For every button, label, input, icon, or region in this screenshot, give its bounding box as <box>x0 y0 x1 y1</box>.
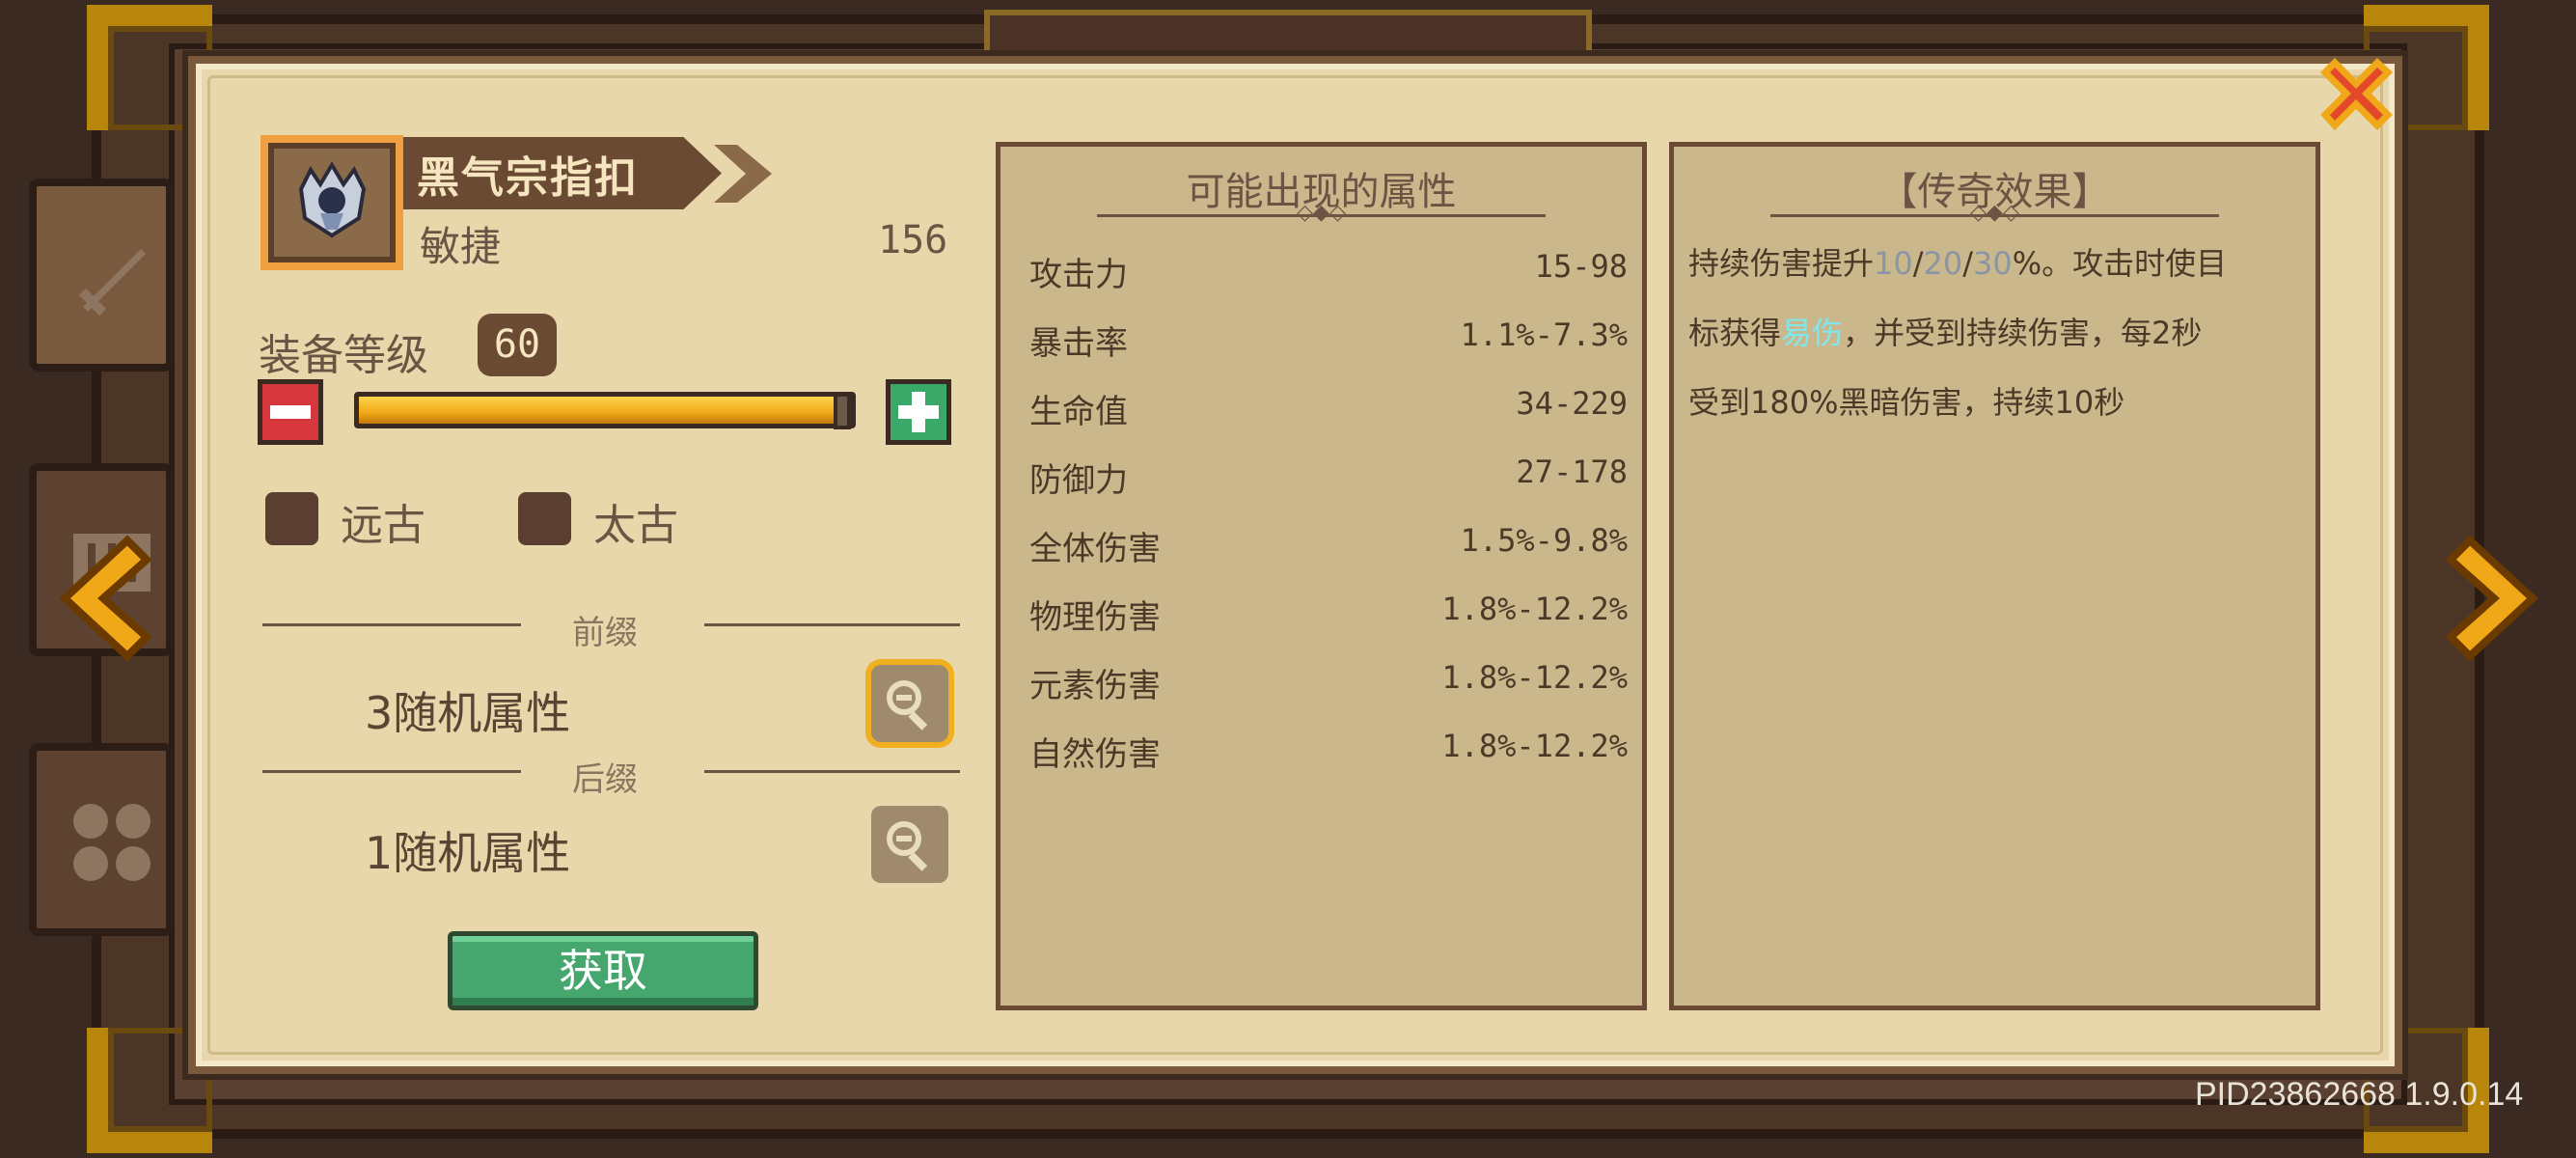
attribute-name: 攻击力 <box>1029 256 1128 294</box>
rule-ornament: ◇◆◇ <box>1297 201 1346 225</box>
attribute-row: 自然伤害 1.8%-12.2% <box>1029 728 1628 786</box>
prefix-random-label: 3随机属性 <box>365 687 571 739</box>
suffix-title: 后缀 <box>572 760 638 799</box>
attribute-row: 元素伤害 1.8%-12.2% <box>1029 659 1628 717</box>
prefix-inspect-button[interactable] <box>871 665 948 742</box>
close-icon <box>2320 58 2394 131</box>
level-label: 装备等级 <box>259 331 428 380</box>
checkbox-primal[interactable] <box>518 492 571 545</box>
suffix-inspect-button[interactable] <box>871 806 948 883</box>
legendary-description: 持续伤害提升10/20/30%。攻击时使目 标获得易伤，并受到持续伤害，每2秒 … <box>1688 229 2306 437</box>
suffix-divider-left <box>262 770 521 773</box>
checkbox-primal-label: 太古 <box>593 501 678 550</box>
attribute-value: 1.8%-12.2% <box>1441 728 1628 764</box>
level-slider[interactable] <box>354 392 856 429</box>
attribute-name: 防御力 <box>1029 461 1128 500</box>
attribute-row: 防御力 27-178 <box>1029 454 1628 511</box>
legend-line-3: 受到180%黑暗伤害，持续10秒 <box>1688 384 2125 421</box>
attribute-row: 全体伤害 1.5%-9.8% <box>1029 522 1628 580</box>
attribute-value: 1.8%-12.2% <box>1441 659 1628 696</box>
gauntlet-icon <box>298 161 367 238</box>
prefix-divider-right <box>704 623 960 626</box>
attribute-name: 自然伤害 <box>1029 735 1161 774</box>
minus-icon <box>270 405 311 419</box>
attribute-name: 物理伤害 <box>1029 598 1161 637</box>
chevron-left-icon[interactable] <box>50 526 156 671</box>
attribute-row: 攻击力 15-98 <box>1029 248 1628 306</box>
tab-accessories[interactable] <box>29 743 174 936</box>
zoom-icon <box>887 821 928 871</box>
suffix-random-label: 1随机属性 <box>365 827 571 879</box>
level-badge: 60 <box>478 314 557 376</box>
attribute-value: 34-229 <box>1516 385 1628 422</box>
attribute-value: 1.5%-9.8% <box>1460 522 1628 559</box>
possible-attributes-box: 可能出现的属性 ◇◆◇ 攻击力 15-98 暴击率 1.1%-7.3% 生命值 … <box>996 142 1647 1010</box>
attribute-row: 物理伤害 1.8%-12.2% <box>1029 591 1628 648</box>
tab-weapons[interactable] <box>29 179 174 372</box>
level-slider-fill <box>359 397 834 424</box>
attribute-row: 生命值 34-229 <box>1029 385 1628 443</box>
prefix-divider-left <box>262 623 521 626</box>
legendary-effect-box: 【传奇效果】 ◇◆◇ 持续伤害提升10/20/30%。攻击时使目 标获得易伤，并… <box>1669 142 2320 1010</box>
attribute-value: 1.1%-7.3% <box>1460 317 1628 353</box>
level-slider-handle[interactable] <box>834 393 851 429</box>
level-decrease-button[interactable] <box>258 379 323 445</box>
plus-icon <box>898 392 939 432</box>
legend-line-1: 持续伤害提升10/20/30%。攻击时使目 <box>1688 245 2228 282</box>
suffix-divider-right <box>704 770 960 773</box>
item-stat-value: 156 <box>878 218 948 262</box>
get-button[interactable]: 获取 <box>448 931 758 1010</box>
sword-icon <box>64 230 160 345</box>
checkbox-ancient-label: 远古 <box>341 501 425 550</box>
attribute-name: 生命值 <box>1029 393 1128 431</box>
item-type: 敏捷 <box>420 223 502 270</box>
attribute-name: 全体伤害 <box>1029 530 1161 568</box>
prefix-title: 前缀 <box>572 614 638 652</box>
legend-line-2: 标获得易伤，并受到持续伤害，每2秒 <box>1688 315 2203 351</box>
attribute-value: 27-178 <box>1516 454 1628 490</box>
level-increase-button[interactable] <box>886 379 951 445</box>
rule-ornament: ◇◆◇ <box>1970 201 2019 225</box>
close-button[interactable] <box>2311 48 2402 140</box>
attribute-value: 1.8%-12.2% <box>1441 591 1628 627</box>
grid-icon <box>64 794 160 909</box>
item-name: 黑气宗指扣 <box>417 153 639 203</box>
checkbox-ancient[interactable] <box>265 492 318 545</box>
attribute-value: 15-98 <box>1534 248 1628 285</box>
attribute-row: 暴击率 1.1%-7.3% <box>1029 317 1628 374</box>
zoom-icon <box>887 680 928 731</box>
attribute-name: 暴击率 <box>1029 324 1128 363</box>
attribute-name: 元素伤害 <box>1029 667 1161 705</box>
chevron-right-icon[interactable] <box>2441 526 2547 671</box>
item-icon-frame <box>260 135 403 270</box>
version-label: PID23862668 1.9.0.14 <box>2195 1076 2524 1113</box>
vulnerable-keyword[interactable]: 易伤 <box>1781 315 1843 351</box>
